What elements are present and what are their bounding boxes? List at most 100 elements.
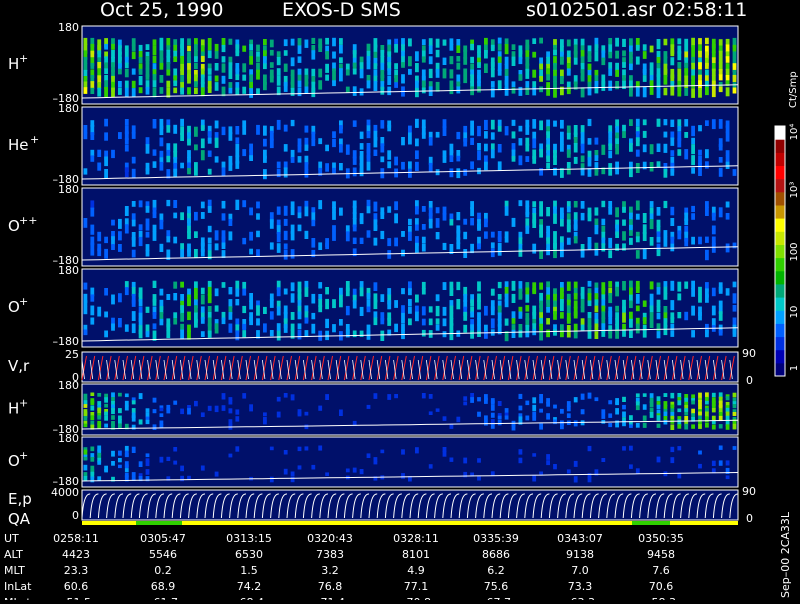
spectrum-cell — [490, 132, 495, 140]
spectrum-cell — [138, 236, 143, 247]
spectrum-cell — [263, 56, 267, 65]
spectrum-cell — [635, 468, 640, 474]
spectrum-cell — [318, 242, 323, 250]
spectrum-cell — [705, 206, 709, 216]
spectrum-cell — [421, 243, 426, 252]
spectrum-cell — [553, 88, 557, 98]
ephem-cell: 8686 — [482, 548, 510, 561]
spectrum-cell — [345, 69, 350, 76]
spectrum-cell — [415, 63, 419, 73]
spectrum-cell — [415, 242, 419, 253]
spectrum-cell — [691, 213, 695, 220]
spectrum-cell — [560, 423, 564, 430]
spectrum-cell — [131, 249, 136, 258]
spectrum-cell — [221, 44, 226, 53]
spectrum-cell — [594, 397, 599, 402]
colorbar-swatch — [775, 218, 785, 232]
spectrum-cell — [359, 168, 364, 177]
header-time: 02:58:11 — [662, 0, 747, 21]
spectrum-cell — [725, 131, 730, 142]
spectrum-cell — [553, 120, 557, 127]
spectrum-cell — [421, 45, 426, 52]
spectrum-cell — [635, 213, 640, 220]
spectrum-cell — [670, 119, 675, 127]
spectrum-cell — [387, 300, 392, 310]
spectrum-cell — [504, 299, 509, 308]
spectrum-cell — [497, 69, 502, 76]
spectrum-cell — [635, 87, 640, 97]
spectrum-cell — [511, 329, 516, 338]
spectrum-cell — [187, 408, 191, 415]
spectrum-cell — [573, 156, 578, 164]
spectrum-cell — [463, 138, 468, 147]
spectrum-cell — [670, 280, 675, 291]
spectrum-cell — [698, 400, 702, 406]
spectrum-cell — [297, 156, 302, 163]
spectrum-cell — [104, 87, 108, 98]
spectrum-cell — [214, 137, 219, 148]
spectrum-cell — [428, 68, 433, 79]
spectrum-cell — [194, 249, 198, 258]
spectrum-cell — [159, 161, 164, 171]
spectrum-cell — [283, 243, 288, 250]
spectrum-cell — [663, 281, 668, 287]
spectrum-cell — [656, 396, 661, 402]
spectrum-cell — [470, 43, 474, 51]
spectrum-cell — [546, 68, 550, 75]
spectrum-cell — [145, 224, 150, 231]
spectrum-cell — [207, 237, 212, 244]
spectrum-cell — [131, 44, 136, 52]
spectrum-cell — [642, 404, 647, 410]
spectrum-cell — [290, 119, 295, 127]
spectrum-cell — [587, 243, 592, 250]
spectrum-cell — [732, 242, 737, 249]
spectrum-cell — [608, 201, 613, 208]
spectrum-cell — [608, 400, 613, 405]
panel-5-species: H — [8, 400, 19, 418]
spectrum-cell — [553, 49, 557, 56]
spectrum-cell — [311, 138, 316, 147]
spectrum-cell — [297, 88, 302, 97]
spectrum-cell — [256, 230, 260, 238]
spectrum-cell — [380, 449, 385, 454]
spectrum-cell — [380, 294, 385, 302]
spectrum-cell — [352, 86, 357, 96]
spectrum-cell — [497, 56, 502, 64]
spectrum-cell — [532, 156, 537, 164]
spectrum-cell — [401, 161, 405, 170]
spectrum-cell — [539, 408, 543, 413]
spectrum-cell — [180, 249, 184, 258]
spectrum-cell — [642, 130, 647, 138]
spectrum-cell — [656, 423, 661, 428]
spectrum-cell — [490, 471, 495, 476]
colorbar-swatch — [775, 270, 785, 285]
spectrum-cell — [608, 131, 613, 139]
ephem-cell: 0335:39 — [473, 532, 519, 545]
spectrum-cell — [525, 287, 530, 295]
spectrum-cell — [276, 323, 281, 332]
spectrum-cell — [484, 231, 488, 239]
spectrum-cell — [504, 63, 509, 70]
spectrum-cell — [194, 144, 198, 151]
spectrum-cell — [705, 400, 709, 405]
spectrum-cell — [698, 149, 702, 156]
spectrum-cell — [442, 416, 447, 421]
spectrum-cell — [497, 144, 502, 153]
spectrum-cell — [622, 206, 626, 213]
spectrum-cell — [656, 39, 661, 50]
spectrum-cell — [373, 81, 378, 91]
ephem-cell: 68.9 — [151, 580, 176, 593]
spectrum-cell — [290, 207, 295, 216]
spectrum-cell — [200, 287, 205, 294]
spectrum-cell — [421, 318, 426, 326]
ephem-cell: 6.2 — [487, 564, 505, 577]
spectrum-cell — [387, 161, 392, 169]
spectrum-cell — [415, 161, 419, 171]
spectrum-cell — [339, 68, 343, 75]
spectrum-cell — [145, 469, 150, 475]
spectrum-cell — [242, 45, 247, 52]
spectrum-cell — [235, 199, 240, 210]
spectrum-cell — [131, 415, 136, 422]
spectrum-cell — [345, 144, 350, 155]
spectrum-cell — [511, 280, 516, 291]
